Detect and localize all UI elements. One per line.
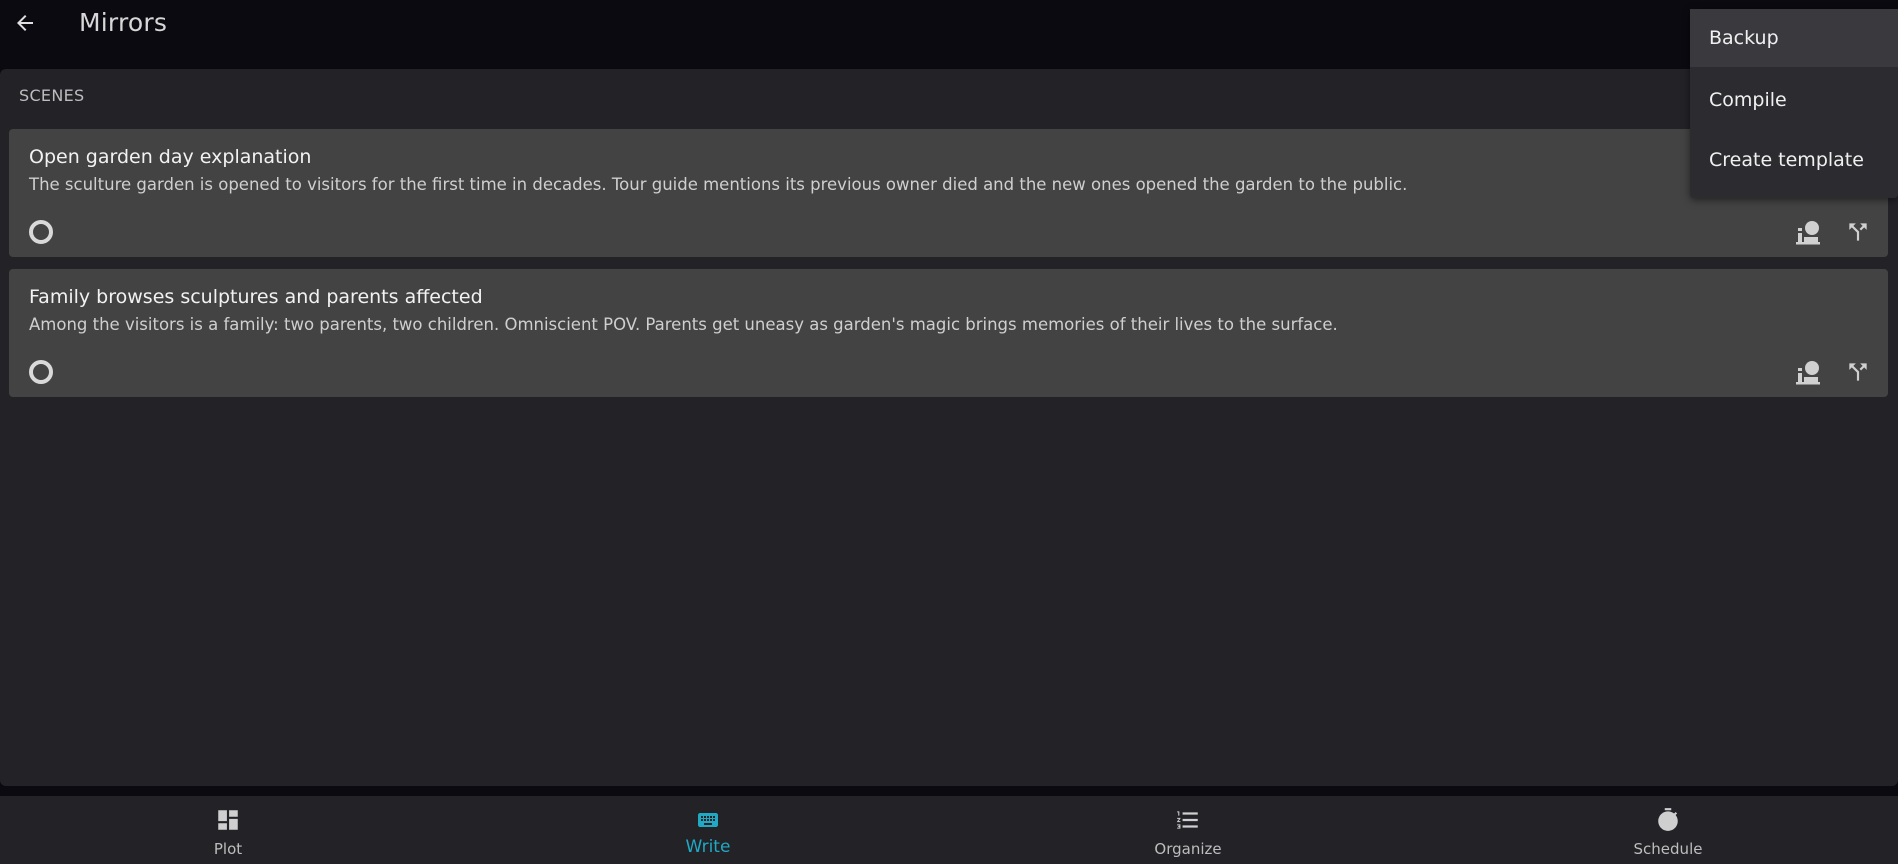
character-icon <box>1796 361 1820 385</box>
character-icon <box>1796 221 1820 245</box>
scene-title: Family browses sculptures and parents af… <box>29 286 483 308</box>
nav-schedule[interactable]: Schedule <box>1598 796 1738 864</box>
timer-icon <box>1654 806 1682 834</box>
branch-icon <box>1849 223 1867 241</box>
nav-label: Organize <box>1154 840 1222 858</box>
menu-item-compile[interactable]: Compile <box>1690 71 1898 129</box>
nav-label: Schedule <box>1633 840 1703 858</box>
nav-plot[interactable]: Plot <box>158 796 298 864</box>
scene-status-toggle[interactable] <box>29 360 53 384</box>
back-button[interactable] <box>10 8 40 38</box>
scene-title: Open garden day explanation <box>29 146 312 168</box>
scene-description: Among the visitors is a family: two pare… <box>29 315 1338 334</box>
list-numbered-icon <box>1174 806 1202 834</box>
plot-branch-button[interactable] <box>1843 357 1873 387</box>
overflow-menu: Backup Compile Create template <box>1690 9 1898 198</box>
character-button[interactable] <box>1793 357 1823 387</box>
menu-item-backup[interactable]: Backup <box>1690 9 1898 67</box>
keyboard-icon <box>694 806 722 834</box>
branch-icon <box>1849 363 1867 381</box>
nav-write[interactable]: Write <box>638 796 778 864</box>
nav-label: Write <box>685 837 731 857</box>
bottom-navigation: Plot Write Organize Schedule <box>0 796 1898 864</box>
character-button[interactable] <box>1793 217 1823 247</box>
section-label: SCENES <box>19 86 85 105</box>
menu-item-create-template[interactable]: Create template <box>1690 131 1898 189</box>
scene-card[interactable]: Open garden day explanation The sculture… <box>9 129 1888 257</box>
scenes-panel: SCENES Open garden day explanation The s… <box>0 69 1898 786</box>
scene-status-toggle[interactable] <box>29 220 53 244</box>
dashboard-icon <box>214 806 242 834</box>
scene-description: The sculture garden is opened to visitor… <box>29 175 1408 194</box>
nav-label: Plot <box>213 840 243 858</box>
scene-card[interactable]: Family browses sculptures and parents af… <box>9 269 1888 397</box>
top-app-bar: Mirrors <box>0 0 1898 69</box>
page-title: Mirrors <box>79 8 168 37</box>
plot-branch-button[interactable] <box>1843 217 1873 247</box>
app-root: Mirrors SCENES Open garden day explanati… <box>0 0 1898 864</box>
nav-organize[interactable]: Organize <box>1118 796 1258 864</box>
arrow-left-icon <box>17 15 33 31</box>
